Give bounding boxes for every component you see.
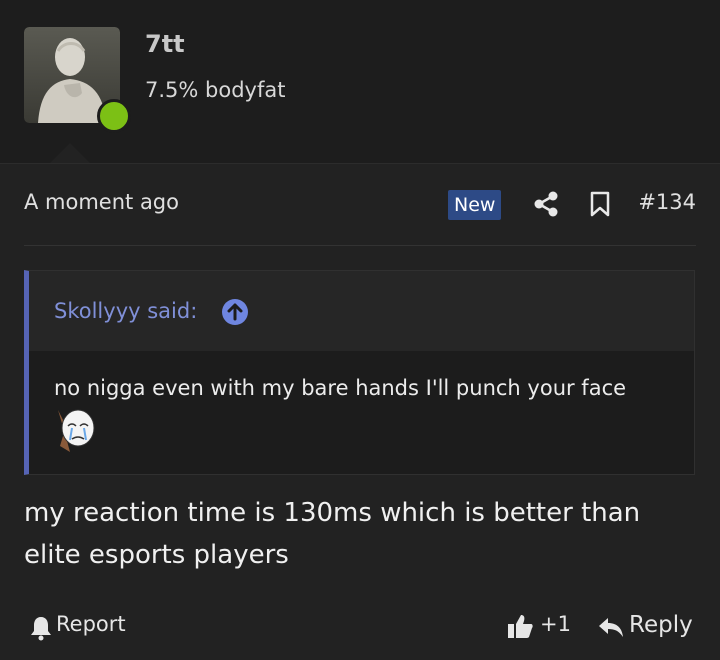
user-title: 7.5% bodyfat	[145, 78, 286, 102]
user-header: 7tt 7.5% bodyfat	[0, 0, 720, 164]
bookmark-button[interactable]	[588, 190, 612, 218]
reply-arrow-icon	[599, 618, 623, 637]
header-pointer	[50, 143, 90, 163]
post-number[interactable]: #134	[638, 190, 696, 214]
crying-wojak-emoji	[58, 409, 95, 452]
quote-author[interactable]: Skollyyy said:	[54, 299, 197, 323]
thumbs-up-icon	[508, 615, 533, 638]
username[interactable]: 7tt	[145, 30, 185, 58]
post-body: my reaction time is 130ms which is bette…	[24, 498, 641, 570]
jump-to-quote-button[interactable]	[222, 299, 248, 325]
online-status-indicator	[97, 99, 131, 133]
divider	[24, 245, 696, 246]
reply-label: Reply	[629, 612, 693, 638]
post-timestamp[interactable]: A moment ago	[24, 190, 179, 214]
share-button[interactable]	[532, 190, 560, 218]
report-label: Report	[56, 612, 126, 636]
quote-text: no nigga even with my bare hands I'll pu…	[54, 376, 627, 400]
arrow-up-icon	[227, 303, 243, 321]
share-icon	[534, 191, 558, 217]
bell-icon	[31, 617, 51, 641]
post-meta: A moment ago New #134	[24, 188, 696, 222]
new-badge: New	[448, 190, 502, 220]
like-count: +1	[540, 612, 571, 636]
bookmark-icon	[590, 191, 610, 217]
quote-block: Skollyyy said: no nigga even with my bar…	[24, 270, 695, 475]
quote-header: Skollyyy said:	[29, 271, 694, 351]
avatar[interactable]	[24, 27, 131, 133]
